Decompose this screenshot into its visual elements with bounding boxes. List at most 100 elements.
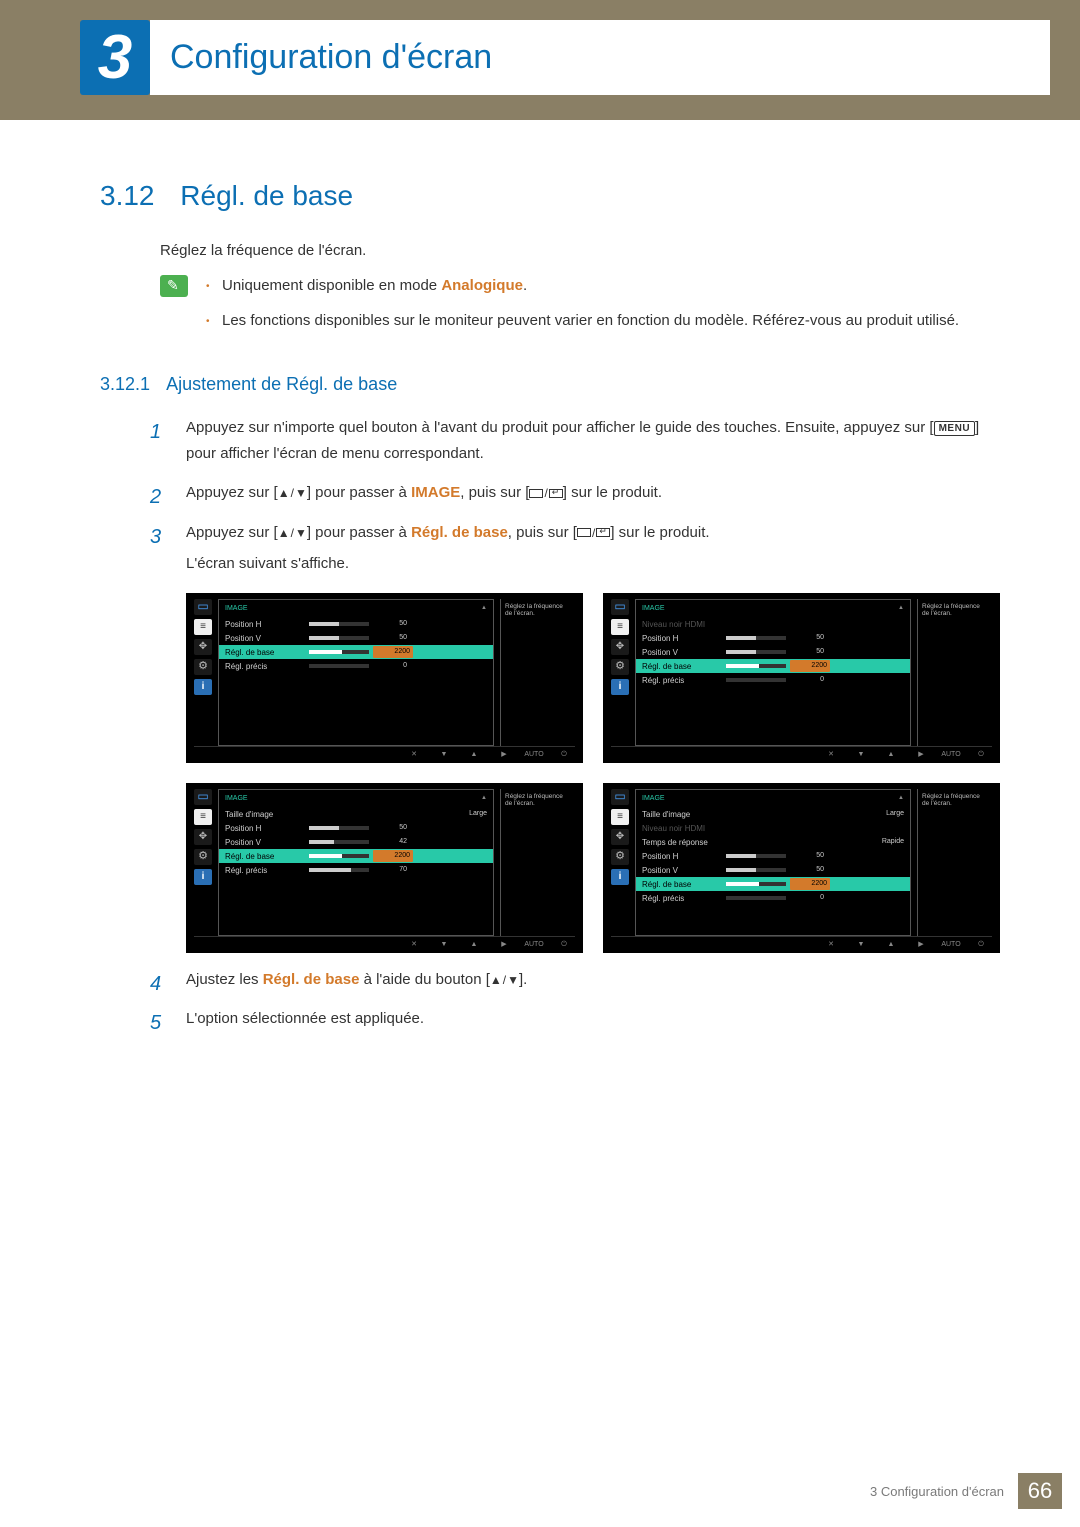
row-label: Taille d'image [225,808,305,822]
footer-auto: AUTO [940,939,962,951]
tab-move-icon [194,639,212,655]
footer-close-icon: ✕ [820,939,842,951]
tab-list-icon [194,619,212,635]
up-down-icon: ▲/▼ [278,527,307,539]
keyword-analogique: Analogique [441,277,523,294]
row-value: 0 [790,892,824,904]
step-3: 3 Appuyez sur [▲/▼] pour passer à Régl. … [150,520,1000,953]
osd-footer: ✕ ▼ ▲ ▶ AUTO ⏻ [194,936,575,951]
step-text: Appuyez sur [ [186,524,278,541]
row-value: 50 [373,822,407,834]
footer-auto: AUTO [940,749,962,761]
footer-power-icon: ⏻ [553,939,575,951]
osd-sidebar [611,789,629,936]
section-number: 3.12 [100,180,155,211]
steps-list: 1 Appuyez sur n'importe quel bouton à l'… [150,415,1000,1032]
footer-right-icon: ▶ [493,749,515,761]
tab-gear-icon [194,659,212,675]
note-icon [160,275,188,297]
row-value: 50 [790,646,824,658]
step-number: 1 [150,415,161,449]
osd-title: IMAGE [642,603,665,615]
row-value: 50 [790,864,824,876]
osd-panel-3: IMAGE▲ Taille d'imageLarge Position H50 … [186,783,583,953]
note-item: Les fonctions disponibles sur le moniteu… [206,310,1000,333]
row-value: 0 [790,674,824,686]
osd-footer: ✕ ▼ ▲ ▶ AUTO ⏻ [194,746,575,761]
row-value: 70 [373,864,407,876]
osd-rows: Niveau noir HDMI Position H50 Position V… [636,617,910,691]
note-item: Uniquement disponible en mode Analogique… [206,275,1000,298]
menu-chip: MENU [934,421,975,436]
step-1: 1 Appuyez sur n'importe quel bouton à l'… [150,415,1000,466]
row-label: Position H [642,850,722,864]
up-down-icon: ▲/▼ [490,974,519,986]
row-label-dim: Niveau noir HDMI [642,822,722,836]
osd-title: IMAGE [642,793,665,805]
row-label: Position H [225,822,305,836]
tab-move-icon [611,639,629,655]
footer-close-icon: ✕ [403,749,425,761]
tab-picture-icon [611,789,629,805]
section-title: Régl. de base [180,180,353,211]
footer-close-icon: ✕ [403,939,425,951]
row-value: 0 [373,660,407,672]
osd-description: Réglez la fréquence de l'écran. [917,789,992,936]
row-label: Position V [642,864,722,878]
chapter-title-wrap: Configuration d'écran [150,20,1050,95]
osd-panel-2: IMAGE▲ Niveau noir HDMI Position H50 Pos… [603,593,1000,763]
tab-move-icon [194,829,212,845]
row-label: Position V [225,836,305,850]
row-label: Position V [642,646,722,660]
step-text: ] sur le produit. [563,484,662,501]
tab-picture-icon [194,599,212,615]
osd-main: IMAGE▲ Taille d'imageLarge Niveau noir H… [635,789,911,936]
row-value: 50 [373,618,407,630]
row-value: Large [453,808,487,820]
footer-up-icon: ▲ [463,939,485,951]
section-heading: 3.12 Régl. de base [100,180,1000,212]
footer-right-icon: ▶ [493,939,515,951]
step-text: L'écran suivant s'affiche. [186,551,1000,577]
osd-footer: ✕ ▼ ▲ ▶ AUTO ⏻ [611,936,992,951]
up-arrow-icon: ▲ [481,793,487,805]
osd-rows: Taille d'imageLarge Niveau noir HDMI Tem… [636,807,910,909]
tab-info-icon [194,869,212,885]
step-text: Appuyez sur [ [186,484,278,501]
osd-sidebar [611,599,629,746]
row-label: Position H [225,618,305,632]
row-value: 50 [790,632,824,644]
row-label-dim: Niveau noir HDMI [642,618,722,632]
step-number: 5 [150,1006,161,1040]
footer-close-icon: ✕ [820,749,842,761]
row-label: Temps de réponse [642,836,722,850]
row-label: Taille d'image [642,808,722,822]
row-label-selected: Régl. de base [225,850,305,864]
row-value: Rapide [870,836,904,848]
up-down-icon: ▲/▼ [278,487,307,499]
osd-panel-4: IMAGE▲ Taille d'imageLarge Niveau noir H… [603,783,1000,953]
osd-description: Réglez la fréquence de l'écran. [917,599,992,746]
step-text: à l'aide du bouton [ [359,971,489,988]
osd-rows: Taille d'image Large Position H 50 Positio… [219,807,493,881]
row-label: Régl. précis [225,864,305,878]
page: 3 Configuration d'écran 3.12 Régl. de ba… [0,0,1080,1527]
row-value: 50 [373,632,407,644]
footer-right-icon: ▶ [910,939,932,951]
footer-auto: AUTO [523,749,545,761]
tab-gear-icon [194,849,212,865]
footer-auto: AUTO [523,939,545,951]
step-text: , puis sur [ [508,524,577,541]
footer-down-icon: ▼ [850,939,872,951]
footer-up-icon: ▲ [463,749,485,761]
tab-info-icon [194,679,212,695]
note-block: Uniquement disponible en mode Analogique… [160,275,1000,344]
note-list: Uniquement disponible en mode Analogique… [206,275,1000,344]
step-5: 5 L'option sélectionnée est appliquée. [150,1006,1000,1032]
keyword-image: IMAGE [411,484,460,501]
subsection-heading: 3.12.1 Ajustement de Régl. de base [100,374,1000,395]
footer-down-icon: ▼ [433,939,455,951]
chapter-box: 3 [80,20,150,95]
row-value-selected: 2200 [373,850,413,862]
page-footer: 3 Configuration d'écran 66 [870,1473,1062,1509]
